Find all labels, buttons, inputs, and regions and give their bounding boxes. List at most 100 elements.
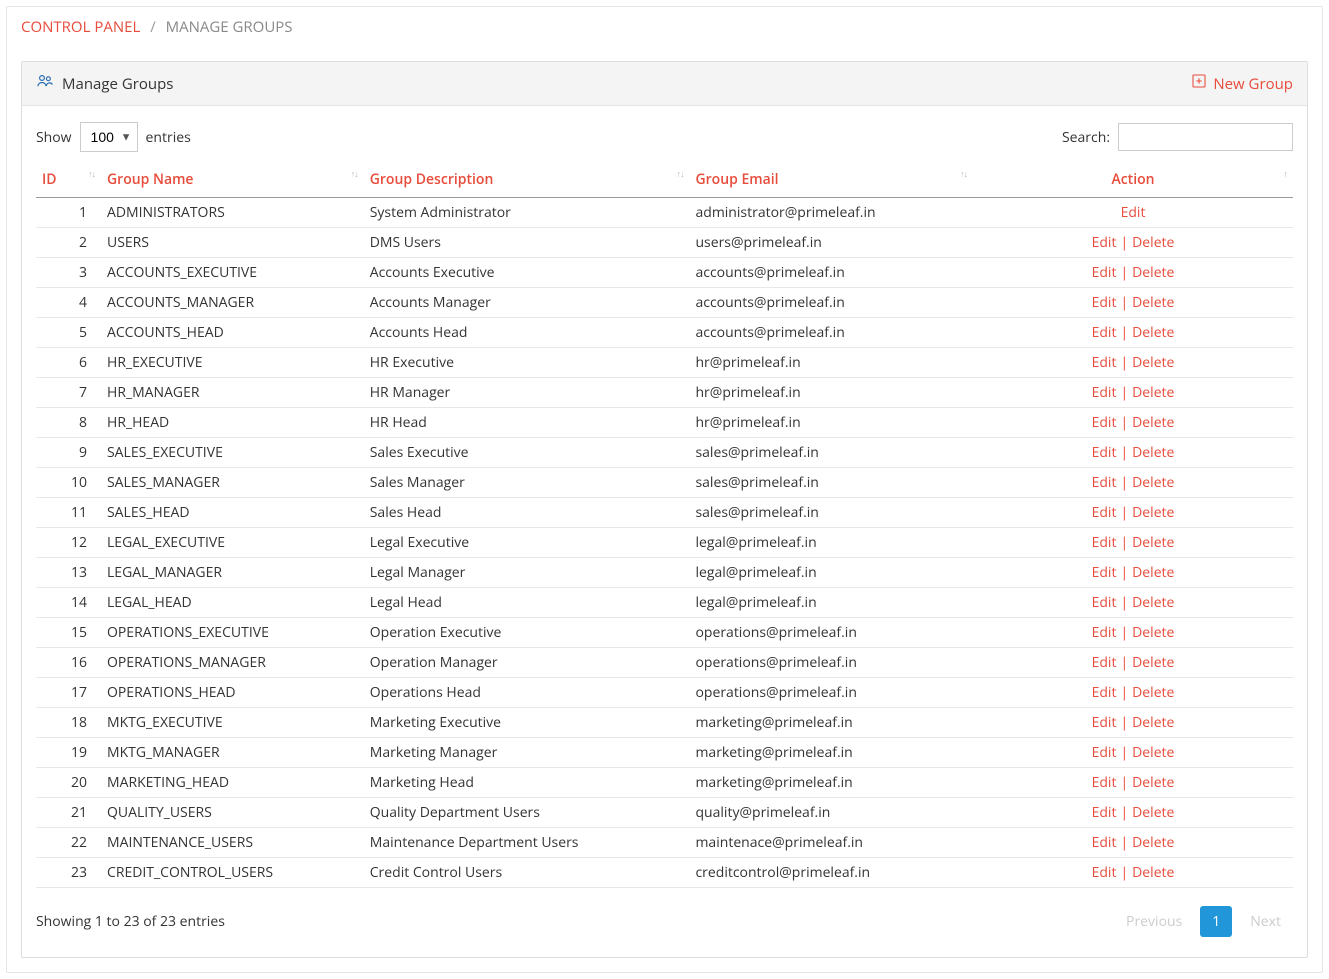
cell-group-name: ACCOUNTS_HEAD (101, 318, 364, 348)
edit-link[interactable]: Edit (1092, 563, 1117, 582)
panel-header: Manage Groups New Group (22, 62, 1307, 106)
table-row: 19MKTG_MANAGERMarketing Managermarketing… (36, 738, 1293, 768)
action-divider: | (1116, 503, 1132, 522)
delete-link[interactable]: Delete (1132, 773, 1174, 792)
edit-link[interactable]: Edit (1121, 203, 1146, 222)
panel-title: Manage Groups (36, 72, 173, 95)
col-header-action[interactable]: Action↑ (973, 162, 1293, 198)
cell-group-email: marketing@primeleaf.in (689, 708, 973, 738)
delete-link[interactable]: Delete (1132, 263, 1174, 282)
col-header-desc[interactable]: Group Description↑↓ (364, 162, 690, 198)
delete-link[interactable]: Delete (1132, 533, 1174, 552)
action-divider: | (1116, 443, 1132, 462)
cell-group-email: operations@primeleaf.in (689, 648, 973, 678)
delete-link[interactable]: Delete (1132, 803, 1174, 822)
col-header-name[interactable]: Group Name↑↓ (101, 162, 364, 198)
col-header-email[interactable]: Group Email↑↓ (689, 162, 973, 198)
delete-link[interactable]: Delete (1132, 713, 1174, 732)
delete-link[interactable]: Delete (1132, 473, 1174, 492)
edit-link[interactable]: Edit (1092, 293, 1117, 312)
cell-action: Edit|Delete (973, 258, 1293, 288)
cell-id: 1 (36, 198, 101, 228)
cell-group-email: accounts@primeleaf.in (689, 258, 973, 288)
breadcrumb-separator: / (144, 17, 162, 37)
edit-link[interactable]: Edit (1092, 353, 1117, 372)
edit-link[interactable]: Edit (1092, 263, 1117, 282)
delete-link[interactable]: Delete (1132, 413, 1174, 432)
action-divider: | (1116, 683, 1132, 702)
cell-group-desc: Marketing Head (364, 768, 690, 798)
edit-link[interactable]: Edit (1092, 623, 1117, 642)
cell-action: Edit|Delete (973, 468, 1293, 498)
page-previous[interactable]: Previous (1114, 906, 1194, 937)
edit-link[interactable]: Edit (1092, 683, 1117, 702)
cell-group-desc: Operation Executive (364, 618, 690, 648)
cell-id: 2 (36, 228, 101, 258)
delete-link[interactable]: Delete (1132, 593, 1174, 612)
delete-link[interactable]: Delete (1132, 863, 1174, 882)
delete-link[interactable]: Delete (1132, 233, 1174, 252)
action-divider: | (1116, 863, 1132, 882)
edit-link[interactable]: Edit (1092, 533, 1117, 552)
delete-link[interactable]: Delete (1132, 833, 1174, 852)
cell-group-name: SALES_EXECUTIVE (101, 438, 364, 468)
action-divider: | (1116, 593, 1132, 612)
cell-id: 22 (36, 828, 101, 858)
edit-link[interactable]: Edit (1092, 743, 1117, 762)
edit-link[interactable]: Edit (1092, 803, 1117, 822)
cell-id: 9 (36, 438, 101, 468)
edit-link[interactable]: Edit (1092, 443, 1117, 462)
cell-group-desc: Sales Head (364, 498, 690, 528)
cell-group-email: accounts@primeleaf.in (689, 288, 973, 318)
page-next[interactable]: Next (1238, 906, 1293, 937)
edit-link[interactable]: Edit (1092, 593, 1117, 612)
delete-link[interactable]: Delete (1132, 653, 1174, 672)
delete-link[interactable]: Delete (1132, 683, 1174, 702)
edit-link[interactable]: Edit (1092, 323, 1117, 342)
action-divider: | (1116, 563, 1132, 582)
breadcrumb-root[interactable]: CONTROL PANEL (21, 17, 140, 37)
sort-icon: ↑↓ (676, 170, 683, 178)
action-divider: | (1116, 473, 1132, 492)
delete-link[interactable]: Delete (1132, 353, 1174, 372)
delete-link[interactable]: Delete (1132, 563, 1174, 582)
col-header-id[interactable]: ID↑↓ (36, 162, 101, 198)
edit-link[interactable]: Edit (1092, 383, 1117, 402)
cell-action: Edit|Delete (973, 438, 1293, 468)
delete-link[interactable]: Delete (1132, 743, 1174, 762)
cell-group-email: legal@primeleaf.in (689, 558, 973, 588)
delete-link[interactable]: Delete (1132, 503, 1174, 522)
edit-link[interactable]: Edit (1092, 863, 1117, 882)
delete-link[interactable]: Delete (1132, 293, 1174, 312)
cell-id: 19 (36, 738, 101, 768)
cell-group-desc: Sales Executive (364, 438, 690, 468)
pagination: Previous 1 Next (1114, 906, 1293, 937)
cell-group-name: OPERATIONS_HEAD (101, 678, 364, 708)
search-input[interactable] (1118, 123, 1293, 151)
length-select[interactable]: 100 (80, 122, 138, 152)
action-divider: | (1116, 623, 1132, 642)
edit-link[interactable]: Edit (1092, 833, 1117, 852)
cell-group-name: OPERATIONS_MANAGER (101, 648, 364, 678)
edit-link[interactable]: Edit (1092, 503, 1117, 522)
cell-group-email: sales@primeleaf.in (689, 438, 973, 468)
new-group-button[interactable]: New Group (1191, 73, 1293, 94)
delete-link[interactable]: Delete (1132, 383, 1174, 402)
sort-icon: ↑↓ (88, 170, 95, 178)
cell-group-name: MAINTENANCE_USERS (101, 828, 364, 858)
action-divider: | (1116, 293, 1132, 312)
edit-link[interactable]: Edit (1092, 473, 1117, 492)
table-row: 4ACCOUNTS_MANAGERAccounts Manageraccount… (36, 288, 1293, 318)
edit-link[interactable]: Edit (1092, 653, 1117, 672)
delete-link[interactable]: Delete (1132, 623, 1174, 642)
table-row: 13LEGAL_MANAGERLegal Managerlegal@primel… (36, 558, 1293, 588)
delete-link[interactable]: Delete (1132, 443, 1174, 462)
edit-link[interactable]: Edit (1092, 713, 1117, 732)
table-row: 17OPERATIONS_HEADOperations Headoperatio… (36, 678, 1293, 708)
action-divider: | (1116, 263, 1132, 282)
edit-link[interactable]: Edit (1092, 233, 1117, 252)
edit-link[interactable]: Edit (1092, 773, 1117, 792)
page-current[interactable]: 1 (1200, 906, 1232, 937)
delete-link[interactable]: Delete (1132, 323, 1174, 342)
edit-link[interactable]: Edit (1092, 413, 1117, 432)
